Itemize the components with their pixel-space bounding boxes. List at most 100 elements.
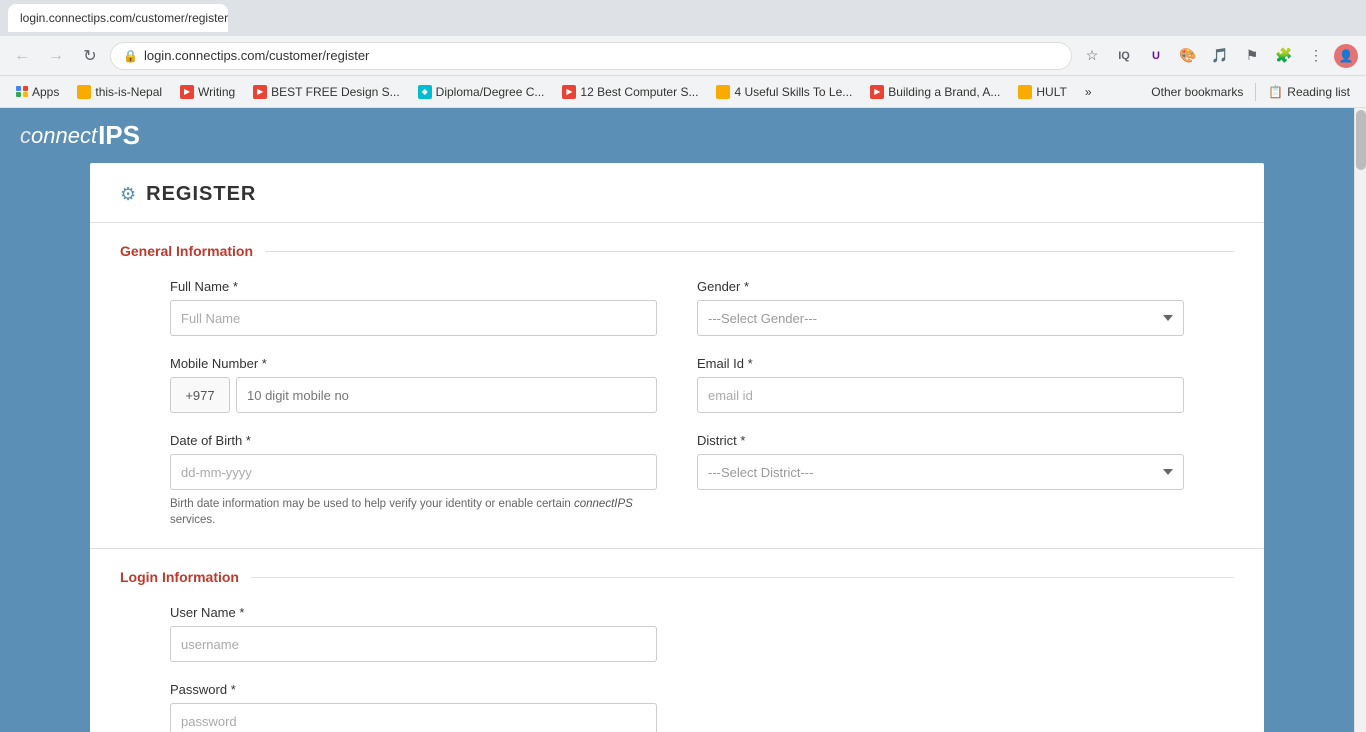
dob-input[interactable] [170, 454, 657, 490]
bookmark-design-label: BEST FREE Design S... [271, 85, 400, 99]
form-row-mobile-email: Mobile Number * Email Id * [170, 356, 1184, 413]
nepal-icon [77, 85, 91, 99]
bookmark-skills[interactable]: 4 Useful Skills To Le... [708, 80, 860, 104]
general-info-title: General Information [120, 243, 253, 259]
menu-btn[interactable]: ⋮ [1302, 42, 1330, 70]
register-title: REGISTER [146, 183, 256, 206]
birth-hint-text: Birth date information may be used to he… [170, 496, 657, 528]
browser-content-area: connect IPS ⚙ REGISTER General Informati… [0, 108, 1366, 732]
mobile-label: Mobile Number * [170, 356, 657, 371]
bookmark-hult[interactable]: HULT [1010, 80, 1074, 104]
dob-group: Date of Birth * Birth date information m… [170, 433, 657, 528]
bookmark-apps-label: Apps [32, 85, 59, 99]
mobile-number-input[interactable] [236, 377, 657, 413]
bookmark-diploma[interactable]: ◆ Diploma/Degree C... [410, 80, 553, 104]
district-select[interactable]: ---Select District--- [697, 454, 1184, 490]
country-code-input[interactable] [170, 377, 230, 413]
bookmark-writing-label: Writing [198, 85, 235, 99]
bookmark-skills-label: 4 Useful Skills To Le... [734, 85, 852, 99]
design-icon: ▶ [253, 85, 267, 99]
bookmark-hult-label: HULT [1036, 85, 1066, 99]
toolbar-icons: ☆ IQ U 🎨 🎵 ⚑ 🧩 ⋮ 👤 [1078, 42, 1358, 70]
page-content: connect IPS ⚙ REGISTER General Informati… [0, 108, 1354, 732]
tab-title: login.connectips.com/customer/register [20, 11, 228, 25]
register-header: ⚙ REGISTER [90, 183, 1264, 223]
lock-icon: 🔒 [123, 49, 138, 63]
computer-icon: ▶ [562, 85, 576, 99]
full-name-label: Full Name * [170, 279, 657, 294]
bookmark-nepal[interactable]: this-is-Nepal [69, 80, 170, 104]
password-label: Password * [170, 682, 657, 697]
logo-connect: connect [20, 123, 97, 149]
username-group: User Name * [170, 605, 657, 662]
browser-chrome: login.connectips.com/customer/register ←… [0, 0, 1366, 732]
username-input[interactable] [170, 626, 657, 662]
brand-icon: ▶ [870, 85, 884, 99]
color-wheel-btn[interactable]: 🎨 [1174, 42, 1202, 70]
full-name-input[interactable] [170, 300, 657, 336]
u-icon-btn[interactable]: U [1142, 42, 1170, 70]
reload-button[interactable]: ↻ [76, 42, 104, 70]
bookmarks-more-button[interactable]: » [1077, 80, 1100, 104]
login-info-divider [251, 577, 1234, 578]
music-btn[interactable]: 🎵 [1206, 42, 1234, 70]
site-header: connect IPS [0, 108, 1354, 163]
email-input[interactable] [697, 377, 1184, 413]
bookmark-design[interactable]: ▶ BEST FREE Design S... [245, 80, 408, 104]
hult-icon [1018, 85, 1032, 99]
district-label: District * [697, 433, 1184, 448]
bookmark-apps[interactable]: Apps [8, 80, 67, 104]
flag-btn[interactable]: ⚑ [1238, 42, 1266, 70]
reading-list-icon: 📋 [1268, 85, 1283, 99]
forward-button[interactable]: → [42, 42, 70, 70]
bookmark-nepal-label: this-is-Nepal [95, 85, 162, 99]
star-button[interactable]: ☆ [1078, 42, 1106, 70]
address-bar[interactable]: 🔒 login.connectips.com/customer/register [110, 42, 1072, 70]
form-row-dob-district: Date of Birth * Birth date information m… [170, 433, 1184, 528]
puzzle-btn[interactable]: 🧩 [1270, 42, 1298, 70]
register-container: ⚙ REGISTER General Information Full N [90, 163, 1264, 732]
scrollbar-track[interactable] [1354, 108, 1366, 732]
login-info-title: Login Information [120, 569, 239, 585]
writing-icon: ▶ [180, 85, 194, 99]
profile-btn[interactable]: 👤 [1334, 44, 1358, 68]
login-info-section-header: Login Information [90, 569, 1264, 585]
scrollbar-thumb[interactable] [1356, 110, 1366, 170]
login-info-form: User Name * Password * [90, 605, 1264, 732]
general-info-form: Full Name * Gender * ---Select Gender---… [90, 279, 1264, 528]
bookmarks-bar: Apps this-is-Nepal ▶ Writing ▶ BEST FREE… [0, 76, 1366, 108]
mobile-input-group [170, 377, 657, 413]
browser-toolbar: ← → ↻ 🔒 login.connectips.com/customer/re… [0, 36, 1366, 76]
diploma-icon: ◆ [418, 85, 432, 99]
username-label: User Name * [170, 605, 657, 620]
logo-ips: IPS [98, 120, 140, 151]
iq-icon-btn[interactable]: IQ [1110, 42, 1138, 70]
skills-icon [716, 85, 730, 99]
reading-list[interactable]: 📋 Reading list [1260, 80, 1358, 104]
bookmark-brand[interactable]: ▶ Building a Brand, A... [862, 80, 1008, 104]
bookmark-writing[interactable]: ▶ Writing [172, 80, 243, 104]
form-row-username: User Name * [170, 605, 1184, 662]
password-input[interactable] [170, 703, 657, 732]
bookmark-brand-label: Building a Brand, A... [888, 85, 1000, 99]
bookmark-computer[interactable]: ▶ 12 Best Computer S... [554, 80, 706, 104]
other-bookmarks[interactable]: Other bookmarks [1143, 80, 1251, 104]
email-label: Email Id * [697, 356, 1184, 371]
browser-tab[interactable]: login.connectips.com/customer/register [8, 4, 228, 32]
reading-list-label: Reading list [1287, 85, 1350, 99]
browser-titlebar: login.connectips.com/customer/register [0, 0, 1366, 36]
gender-group: Gender * ---Select Gender--- Male Female… [697, 279, 1184, 336]
url-text: login.connectips.com/customer/register [144, 48, 1059, 63]
back-button[interactable]: ← [8, 42, 36, 70]
site-logo: connect IPS [20, 120, 1334, 151]
gender-select[interactable]: ---Select Gender--- Male Female Other [697, 300, 1184, 336]
form-row-password: Password * [170, 682, 1184, 732]
full-name-group: Full Name * [170, 279, 657, 336]
register-icon: ⚙ [120, 184, 136, 205]
bookmark-diploma-label: Diploma/Degree C... [436, 85, 545, 99]
bookmark-computer-label: 12 Best Computer S... [580, 85, 698, 99]
section-separator [90, 548, 1264, 549]
bookmarks-separator [1255, 83, 1256, 101]
district-group: District * ---Select District--- [697, 433, 1184, 528]
connectips-page: connect IPS ⚙ REGISTER General Informati… [0, 108, 1354, 732]
